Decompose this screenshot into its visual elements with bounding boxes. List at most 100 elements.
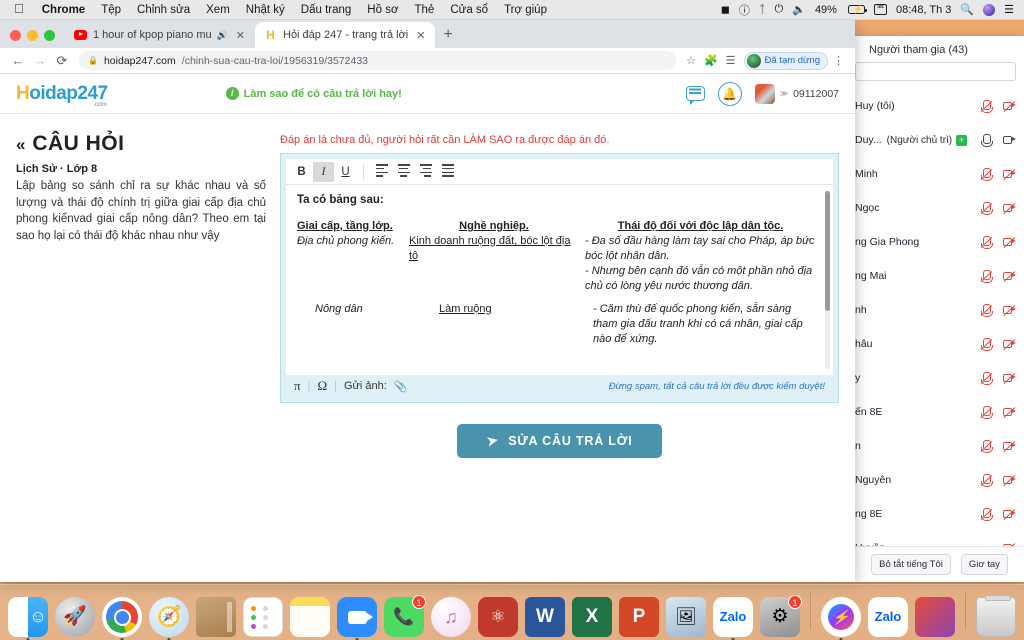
microphone-muted-icon[interactable]	[980, 337, 993, 351]
camera-off-icon[interactable]	[1003, 236, 1016, 249]
back-chevron-icon[interactable]: «	[16, 135, 26, 154]
microphone-muted-icon[interactable]	[980, 473, 993, 487]
camera-off-icon[interactable]	[1003, 304, 1016, 317]
participant-row[interactable]: hâu	[855, 327, 1024, 361]
dock-item-system-preferences[interactable]: ⚙ 1	[760, 595, 802, 637]
menu-item-help[interactable]: Trợ giúp	[496, 4, 555, 16]
site-logo[interactable]: Hoidap247 .com	[16, 83, 108, 108]
camera-off-icon[interactable]	[1003, 270, 1016, 283]
dock-item-mindmap[interactable]: ⚛	[478, 597, 518, 637]
participant-row[interactable]: ến 8E	[855, 395, 1024, 429]
participant-row[interactable]: Nguyên	[855, 463, 1024, 497]
screen-recording-icon[interactable]: ◼︎	[721, 3, 730, 16]
menu-item-window[interactable]: Cửa sổ	[442, 4, 496, 16]
microphone-muted-icon[interactable]	[980, 235, 993, 249]
minimize-window-button[interactable]	[27, 30, 38, 41]
menu-item-file[interactable]: Tệp	[93, 4, 129, 16]
participant-row[interactable]: Minh	[855, 157, 1024, 191]
menu-item-edit[interactable]: Chỉnh sửa	[129, 4, 198, 16]
dock-item-chrome[interactable]	[102, 597, 142, 640]
menu-item-tab[interactable]: Thẻ	[406, 4, 442, 16]
align-right-icon[interactable]	[415, 162, 436, 182]
microphone-muted-icon[interactable]	[980, 99, 993, 113]
dock-item-preview[interactable]: 🖼	[666, 597, 706, 637]
camera-off-icon[interactable]	[1003, 168, 1016, 181]
close-tab-icon[interactable]: ✕	[414, 29, 427, 42]
microphone-muted-icon[interactable]	[980, 507, 993, 521]
microphone-muted-icon[interactable]	[980, 405, 993, 419]
menu-item-bookmarks[interactable]: Dấu trang	[293, 4, 360, 16]
profile-chip[interactable]: Đã tạm dừng	[743, 51, 828, 70]
unmute-me-button[interactable]: Bỏ tắt tiếng Tôi	[871, 554, 951, 575]
dock-item-contacts[interactable]	[196, 597, 236, 637]
dock-item-launchpad[interactable]: 🚀	[55, 597, 95, 637]
align-left-icon[interactable]	[371, 162, 392, 182]
browser-tab-youtube[interactable]: 1 hour of kpop piano music 🔊 ✕	[65, 22, 255, 48]
dock-item-messenger[interactable]: ⚡	[821, 597, 861, 640]
menu-item-profiles[interactable]: Hồ sơ	[359, 4, 406, 16]
spotlight-icon[interactable]: 🔍	[960, 3, 974, 16]
camera-off-icon[interactable]	[1003, 338, 1016, 351]
participant-row[interactable]: n	[855, 429, 1024, 463]
chat-icon[interactable]	[685, 86, 705, 105]
apple-menu-icon[interactable]: 	[6, 2, 34, 17]
participant-row[interactable]: nh	[855, 293, 1024, 327]
participant-row[interactable]: Huy (tôi)	[855, 89, 1024, 123]
bluetooth-icon[interactable]: ᛏ	[759, 4, 766, 16]
participant-row[interactable]: Duy... (Người chủ trì) +	[855, 123, 1024, 157]
paperclip-icon[interactable]: 📎	[394, 380, 408, 393]
dock-item-zalo-chat[interactable]: Zalo	[868, 597, 908, 637]
camera-off-icon[interactable]	[1003, 406, 1016, 419]
close-window-button[interactable]	[10, 30, 21, 41]
menu-item-view[interactable]: Xem	[198, 4, 238, 16]
dock-item-notes[interactable]	[290, 597, 330, 637]
tab-audio-icon[interactable]: 🔊	[217, 30, 228, 41]
siri-icon[interactable]	[983, 3, 996, 16]
back-button[interactable]: ←	[8, 53, 28, 68]
dock-item-zalo[interactable]: Zalo	[713, 597, 753, 640]
microphone-muted-icon[interactable]	[980, 371, 993, 385]
dock-item-finder[interactable]	[8, 597, 48, 640]
control-icon[interactable]: ⓘ	[739, 2, 750, 18]
dock-item-photo-booth[interactable]	[915, 597, 955, 637]
participants-search-input[interactable]	[855, 62, 1016, 81]
raise-hand-button[interactable]: Giơ tay	[960, 554, 1008, 575]
camera-icon[interactable]	[1003, 134, 1016, 147]
menu-item-history[interactable]: Nhật ký	[238, 4, 293, 16]
participant-row[interactable]: ng Gia Phong	[855, 225, 1024, 259]
dock-item-excel[interactable]: X	[572, 597, 612, 637]
dock-item-facetime[interactable]: 📞 1	[384, 595, 426, 637]
dock-item-itunes[interactable]: ♫	[431, 597, 471, 637]
wifi-icon[interactable]: ⏻	[775, 3, 784, 16]
keyboard-input-icon[interactable]: abc	[873, 4, 887, 15]
dock-item-zoom[interactable]	[337, 597, 377, 640]
menubar-clock[interactable]: 08:48, Th 3	[896, 4, 951, 16]
microphone-muted-icon[interactable]	[980, 303, 993, 317]
camera-off-icon[interactable]	[1003, 100, 1016, 113]
tip-banner[interactable]: i Làm sao để có câu trả lời hay!	[225, 87, 402, 100]
maximize-window-button[interactable]	[44, 30, 55, 41]
microphone-muted-icon[interactable]	[980, 201, 993, 215]
underline-button[interactable]: U	[335, 162, 356, 182]
battery-icon[interactable]: ⚡	[847, 5, 867, 14]
menu-icon[interactable]: ⋮	[830, 54, 847, 67]
special-character-icon[interactable]: Ω	[317, 378, 327, 394]
menu-item-chrome[interactable]: Chrome	[34, 4, 93, 16]
extensions-icon[interactable]: 🧩	[701, 54, 721, 67]
dock-item-safari[interactable]: 🧭	[149, 597, 189, 640]
bold-button[interactable]: B	[291, 162, 312, 182]
microphone-muted-icon[interactable]	[980, 439, 993, 453]
notification-bell-icon[interactable]: 🔔	[717, 81, 742, 106]
close-tab-icon[interactable]: ✕	[234, 29, 247, 42]
camera-off-icon[interactable]	[1003, 372, 1016, 385]
microphone-muted-icon[interactable]	[980, 167, 993, 181]
dock-item-reminders[interactable]	[243, 597, 283, 637]
browser-tab-hoidap247[interactable]: H Hỏi đáp 247 - trang trả lời ✕	[255, 22, 436, 48]
align-center-icon[interactable]	[393, 162, 414, 182]
dock-item-trash[interactable]	[976, 595, 1016, 637]
italic-button[interactable]: I	[313, 161, 334, 182]
participant-row[interactable]: ng 8E	[855, 497, 1024, 531]
forward-button[interactable]: →	[30, 53, 50, 68]
reload-button[interactable]: ⟳	[52, 53, 72, 69]
reading-list-icon[interactable]: ☰	[723, 54, 739, 67]
